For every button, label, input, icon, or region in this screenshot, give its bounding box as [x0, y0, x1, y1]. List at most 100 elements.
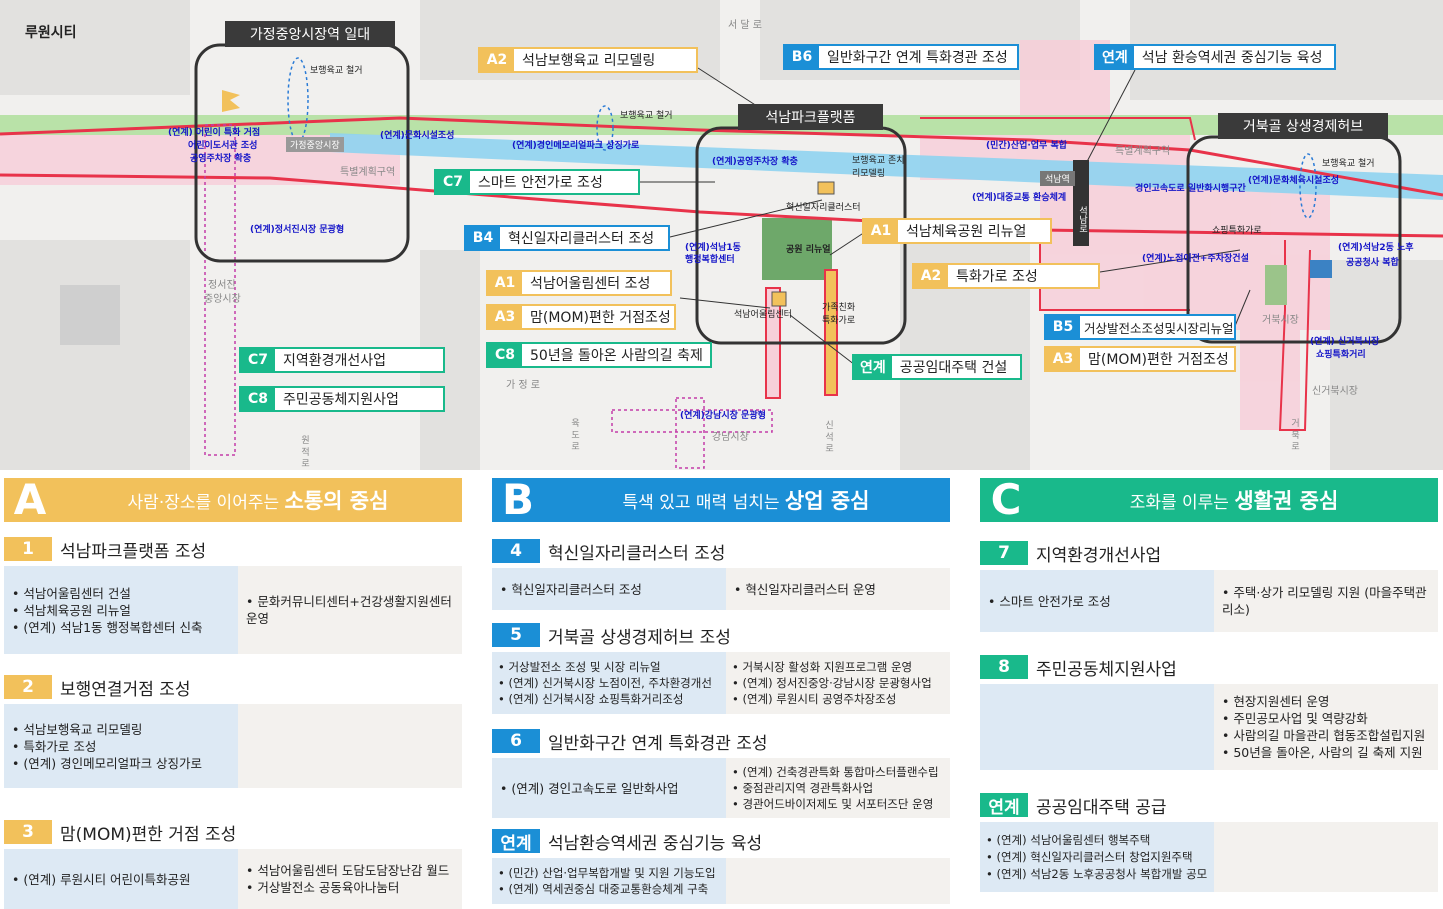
tag-b6[interactable]: B6 일반화구간 연계 특화경관 조성: [783, 44, 1019, 70]
section-name: 혁신일자리클러스터 조성: [548, 543, 726, 564]
tag-text: 공공임대주택 건설: [899, 360, 1008, 376]
label-gangnam-tour: (연계)강남시장 문광형: [680, 411, 766, 421]
label-parking-expand: (연계)공영주차장 확충: [712, 157, 798, 167]
tag-text: 석남어울림센터 조성: [530, 276, 651, 292]
column-c-header: C 조화를 이루는 생활권 중심: [980, 478, 1438, 522]
list-item: 거상발전소 조성 및 시장 리뉴얼: [498, 659, 720, 675]
section-8: 8 주민공동체지원사업 현장지원센터 운영 주민공모사업 및 역량강화 사람의길 …: [980, 654, 1438, 770]
tag-c8-community[interactable]: C8 주민공동체지원사업: [239, 386, 445, 412]
label-private-complex: (민간)산업·업무 복합: [986, 141, 1068, 151]
road-label-gajeong: 가 정 로: [506, 380, 540, 391]
list-item: 중점관리지역 경관특화사업: [732, 780, 944, 796]
section-left-list: (연계) 석남어울림센터 행복주택 (연계) 혁신일자리클러스터 창업지원주택 …: [980, 822, 1214, 892]
office-marker: [1310, 260, 1332, 278]
list-item: (연계) 석남1동 행정복합센터 신축: [12, 619, 230, 636]
kids-marker: [222, 90, 240, 112]
section-2: 2 보행연결거점 조성 석남보행육교 리모델링 특화가로 조성 (연계) 경인메모…: [4, 674, 462, 788]
tag-code: A2: [480, 49, 514, 71]
label-shopping-street: 쇼핑특화가로: [1212, 226, 1262, 236]
section-left-list: 석남어울림센터 건설 석남체육공원 리뉴얼 (연계) 석남1동 행정복합센터 신…: [4, 566, 238, 654]
section-number: 연계: [492, 829, 540, 854]
tag-a3-mom-left[interactable]: A3 맘(MOM)편한 거점조성: [486, 304, 676, 330]
list-item: 현장지원센터 운영: [1222, 693, 1430, 710]
tag-a1-park[interactable]: A1 석남체육공원 리뉴얼: [862, 218, 1052, 244]
tag-a3-mom-right[interactable]: A3 맘(MOM)편한 거점조성: [1044, 346, 1236, 372]
tag-b5[interactable]: B5 거상발전소조성및시장리뉴얼: [1044, 314, 1236, 340]
label-new-geobuk-2: 쇼핑특화거리: [1316, 350, 1366, 360]
tag-b4[interactable]: B4 혁신일자리클러스터 조성: [464, 225, 670, 251]
section-left-list: 석남보행육교 리모델링 특화가로 조성 (연계) 경인메모리얼파크 상징가로: [4, 704, 238, 788]
list-item: (연계) 루원시티 어린이특화공원: [12, 871, 230, 888]
section-right-list: 거북시장 활성화 지원프로그램 운영 (연계) 정서진중앙·강남시장 문광형사업…: [726, 652, 950, 714]
label-innovation-cluster: 혁신일자리클러스터: [786, 203, 861, 213]
tag-a2-street[interactable]: A2 특화가로 조성: [912, 263, 1100, 289]
label-seoknam2-1: (연계)석남2동 노후: [1338, 243, 1414, 253]
tag-code: B4: [466, 227, 500, 249]
tag-link-station[interactable]: 연계 석남 환승역세권 중심기능 육성: [1094, 44, 1336, 70]
list-item: 석남체육공원 리뉴얼: [12, 602, 230, 619]
tag-text: 50년을 돌아온 사람의길 축제: [530, 348, 703, 364]
tag-code: B5: [1046, 316, 1080, 338]
list-item: 혁신일자리클러스터 조성: [500, 581, 718, 598]
column-a-title: 사람·장소를 이어주는 소통의 중심: [54, 485, 462, 515]
section-5: 5 거북골 상생경제허브 조성 거상발전소 조성 및 시장 리뉴얼 (연계) 신거…: [492, 622, 950, 714]
section-left-list: (민간) 산업·업무복합개발 및 지원 기능도입 (연계) 역세권중심 대중교통…: [492, 858, 726, 904]
list-item: 50년을 돌아온, 사람의 길 축제 지원: [1222, 744, 1430, 761]
section-name: 거북골 상생경제허브 조성: [548, 627, 731, 648]
market-marker: [1265, 265, 1287, 305]
list-item: (연계) 루원시티 공영주차장조성: [732, 691, 944, 707]
label-public-parking: 공영주차장 확충: [190, 154, 252, 164]
list-item: 석남어울림센터 건설: [12, 585, 230, 602]
tag-c7-smart[interactable]: C7 스마트 안전가로 조성: [434, 169, 640, 195]
column-a-title-strong: 소통의 중심: [284, 489, 389, 513]
label-kids-street: (연계) 어린이 특화 거점: [168, 128, 261, 138]
tag-code: A3: [1046, 348, 1080, 370]
road-label-wonjeok: 원 적 로: [299, 435, 309, 468]
label-memorial-park: (연계)경인메모리얼파크 상징가로: [512, 141, 640, 151]
tag-text: 석남체육공원 리뉴얼: [906, 224, 1027, 240]
column-a: A 사람·장소를 이어주는 소통의 중심 1 석남파크플랫폼 조성 석남어울림센터…: [4, 478, 462, 909]
label-geobuk-market: 거북시장: [1262, 315, 1299, 326]
label-bridge-2: 보행육교 철거: [620, 111, 673, 121]
column-c-title-strong: 생활권 중심: [1234, 489, 1339, 513]
label-kids-library: 어린이도서관 조성: [188, 141, 258, 151]
list-item: 거북시장 활성화 지원프로그램 운영: [732, 659, 944, 675]
label-new-geobuk-1: (연계) 신거북시장: [1310, 337, 1380, 347]
tag-text: 지역환경개선사업: [283, 353, 387, 369]
list-item: (연계) 석남어울림센터 행복주택: [986, 832, 1208, 849]
section-4: 4 혁신일자리클러스터 조성 혁신일자리클러스터 조성 혁신일자리클러스터 운영: [492, 538, 950, 610]
tag-c7-env[interactable]: C7 지역환경개선사업: [239, 347, 445, 373]
section-link-station: 연계 석남환승역세권 중심기능 육성 (민간) 산업·업무복합개발 및 지원 기능…: [492, 828, 950, 904]
tag-link-housing[interactable]: 연계 공공임대주택 건설: [852, 354, 1022, 380]
section-number: 8: [980, 655, 1028, 679]
list-item: 주택·상가 리모델링 지원 (마을주택관리소): [1222, 584, 1430, 618]
zone-title-seoknam: 석남파크플랫폼: [738, 104, 883, 130]
section-name: 보행연결거점 조성: [60, 679, 191, 700]
section-name: 맘(MOM)편한 거점 조성: [60, 824, 237, 845]
tag-code: C7: [241, 349, 275, 371]
tag-a2-bridge[interactable]: A2 석남보행육교 리모델링: [478, 47, 698, 73]
tag-code: A2: [914, 265, 948, 287]
zone-title-gajeong: 가정중앙시장역 일대: [225, 21, 395, 47]
list-item: (연계) 정서진중앙·강남시장 문광형사업: [732, 675, 944, 691]
column-c: C 조화를 이루는 생활권 중심 7 지역환경개선사업 스마트 안전가로 조성 주…: [980, 478, 1438, 892]
section-name: 공공임대주택 공급: [1036, 797, 1167, 818]
tag-code: A1: [488, 272, 522, 294]
tag-c8-festival[interactable]: C8 50년을 돌아온 사람의길 축제: [486, 342, 712, 368]
oullim-marker: [771, 291, 787, 307]
tag-text: 석남 환승역세권 중심기능 육성: [1141, 50, 1323, 66]
tag-code: C8: [241, 388, 275, 410]
list-item: 특화가로 조성: [12, 738, 230, 755]
label-special-plan-left: 특별계획구역: [340, 167, 396, 178]
list-item: 문화커뮤니티센터+건강생활지원센터 운영: [246, 593, 454, 627]
section-3: 3 맘(MOM)편한 거점 조성 (연계) 루원시티 어린이특화공원 석남어울림센…: [4, 819, 462, 909]
city-label: 루원시티: [25, 25, 77, 41]
section-right-list: [726, 858, 950, 904]
section-name: 주민공동체지원사업: [1036, 659, 1177, 680]
list-item: (연계) 신거북시장 노점이전, 주차환경개선: [498, 675, 720, 691]
tag-code: A1: [864, 220, 898, 242]
list-item: (민간) 산업·업무복합개발 및 지원 기능도입: [498, 865, 720, 881]
road-label-seodal: 서 달 로: [728, 20, 762, 31]
tag-a1-center[interactable]: A1 석남어울림센터 조성: [486, 270, 672, 296]
label-bridge-1: 보행육교 철거: [310, 66, 363, 76]
